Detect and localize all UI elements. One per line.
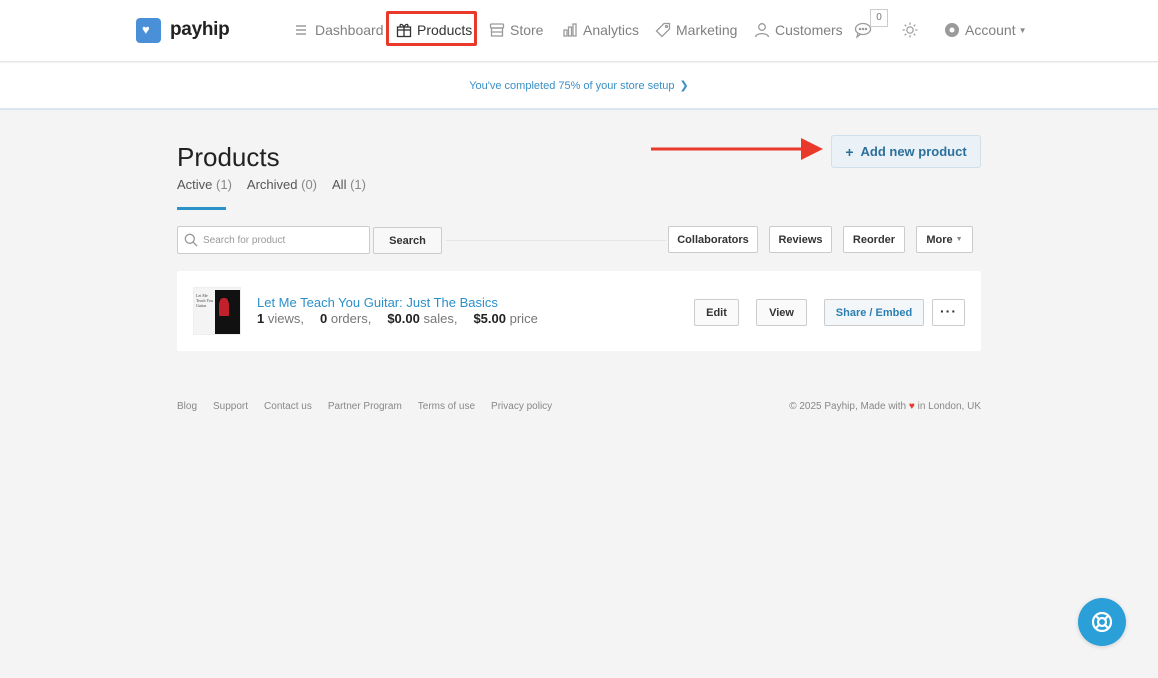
tab-active-label: Active <box>177 177 213 192</box>
more-dropdown-button[interactable]: More ▼ <box>916 226 973 253</box>
footer-link-terms[interactable]: Terms of use <box>418 401 475 412</box>
nav-customers-label: Customers <box>775 22 843 38</box>
gear-icon <box>944 22 960 38</box>
menu-icon <box>294 22 310 38</box>
chevron-right-icon: ❯ <box>679 80 689 92</box>
footer-link-partner[interactable]: Partner Program <box>328 401 402 412</box>
collaborators-button[interactable]: Collaborators <box>668 226 758 253</box>
tab-all-label: All <box>332 177 347 192</box>
nav-account[interactable]: Account ▼ <box>944 20 1027 40</box>
stat-views: 1 views, <box>257 311 304 326</box>
footer-links: Blog Support Contact us Partner Program … <box>177 401 568 412</box>
stat-price: $5.00 price <box>473 311 538 326</box>
tab-active[interactable]: Active (1) <box>177 177 232 210</box>
tab-archived[interactable]: Archived (0) <box>247 177 317 210</box>
edit-product-button[interactable]: Edit <box>694 299 739 326</box>
nav-store-label: Store <box>510 22 544 38</box>
search-button[interactable]: Search <box>373 227 442 254</box>
tab-archived-count: (0) <box>301 177 318 192</box>
nav-account-label: Account <box>965 22 1016 38</box>
caret-down-icon: ▼ <box>955 236 963 243</box>
copyright-text: © 2025 Payhip, Made with ♥ in London, UK <box>789 401 981 412</box>
stat-sales: $0.00 sales, <box>387 311 458 326</box>
product-tabs: Active (1) Archived (0) All (1) <box>177 177 381 210</box>
nav-dashboard-label: Dashboard <box>315 22 384 38</box>
footer-link-blog[interactable]: Blog <box>177 401 197 412</box>
add-new-product-label: Add new product <box>860 144 967 159</box>
lifebuoy-icon <box>1091 611 1113 633</box>
heart-icon: ♥ <box>908 401 915 412</box>
reorder-button[interactable]: Reorder <box>843 226 905 253</box>
page-title: Products <box>177 142 280 172</box>
tab-active-count: (1) <box>216 177 232 192</box>
store-setup-text: You've completed 75% of your store setup <box>469 79 675 92</box>
tag-icon <box>655 22 671 38</box>
notification-count-badge: 0 <box>870 9 888 27</box>
product-title-link[interactable]: Let Me Teach You Guitar: Just The Basics <box>257 295 498 310</box>
red-arrow-annotation <box>651 138 823 160</box>
main-nav: Dashboard Products Store Analytics Marke <box>0 0 1158 62</box>
search-input[interactable] <box>203 234 363 246</box>
nav-store[interactable]: Store <box>489 20 543 40</box>
footer-link-support[interactable]: Support <box>213 401 248 412</box>
store-setup-banner[interactable]: You've completed 75% of your store setup… <box>0 63 1158 110</box>
product-search-box <box>177 226 370 254</box>
product-more-actions-button[interactable]: ··· <box>932 299 965 326</box>
tab-all[interactable]: All (1) <box>332 177 366 210</box>
product-thumbnail[interactable]: Let Me Teach You Guitar <box>193 287 241 335</box>
product-stats: 1 views, 0 orders, $0.00 sales, $5.00 pr… <box>257 311 554 326</box>
thumbnail-cover-text: Let Me Teach You Guitar <box>196 293 213 308</box>
footer-link-privacy[interactable]: Privacy policy <box>491 401 552 412</box>
analytics-icon <box>562 22 578 38</box>
plus-icon: + <box>845 143 854 160</box>
chevron-down-icon: ▼ <box>1018 25 1027 35</box>
footer-link-contact[interactable]: Contact us <box>264 401 312 412</box>
top-navbar: payhip Dashboard Products Store Analyti <box>0 0 1158 62</box>
tab-all-count: (1) <box>350 177 366 192</box>
view-product-button[interactable]: View <box>756 299 807 326</box>
share-embed-button[interactable]: Share / Embed <box>824 299 924 326</box>
more-label: More <box>926 233 953 246</box>
toolbar-divider <box>446 240 666 241</box>
theme-toggle[interactable] <box>902 20 923 40</box>
stat-orders: 0 orders, <box>319 311 372 326</box>
nav-analytics-label: Analytics <box>583 22 640 38</box>
add-new-product-button[interactable]: + Add new product <box>831 135 981 168</box>
help-chat-launcher[interactable] <box>1078 598 1126 646</box>
sun-icon <box>902 22 918 38</box>
product-row: Let Me Teach You Guitar Let Me Teach You… <box>177 271 981 351</box>
nav-dashboard[interactable]: Dashboard <box>294 20 384 40</box>
nav-marketing-label: Marketing <box>676 22 738 38</box>
search-icon <box>184 233 198 247</box>
user-icon <box>754 22 770 38</box>
tab-archived-label: Archived <box>246 177 298 192</box>
nav-marketing[interactable]: Marketing <box>655 20 737 40</box>
nav-analytics[interactable]: Analytics <box>562 20 639 40</box>
reviews-button[interactable]: Reviews <box>769 226 832 253</box>
storefront-icon <box>489 22 505 38</box>
products-highlight-annotation <box>386 11 477 46</box>
nav-customers[interactable]: Customers <box>754 20 843 40</box>
thumbnail-cover-image <box>215 290 240 334</box>
